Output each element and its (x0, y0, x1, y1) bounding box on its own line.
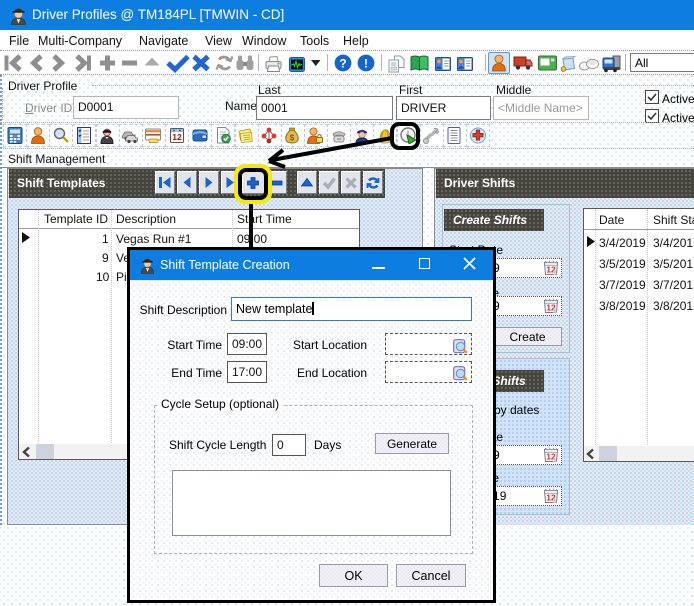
svg-text:?: ? (339, 57, 346, 71)
svg-text:12: 12 (172, 132, 182, 142)
svg-text:!: ! (364, 57, 368, 71)
